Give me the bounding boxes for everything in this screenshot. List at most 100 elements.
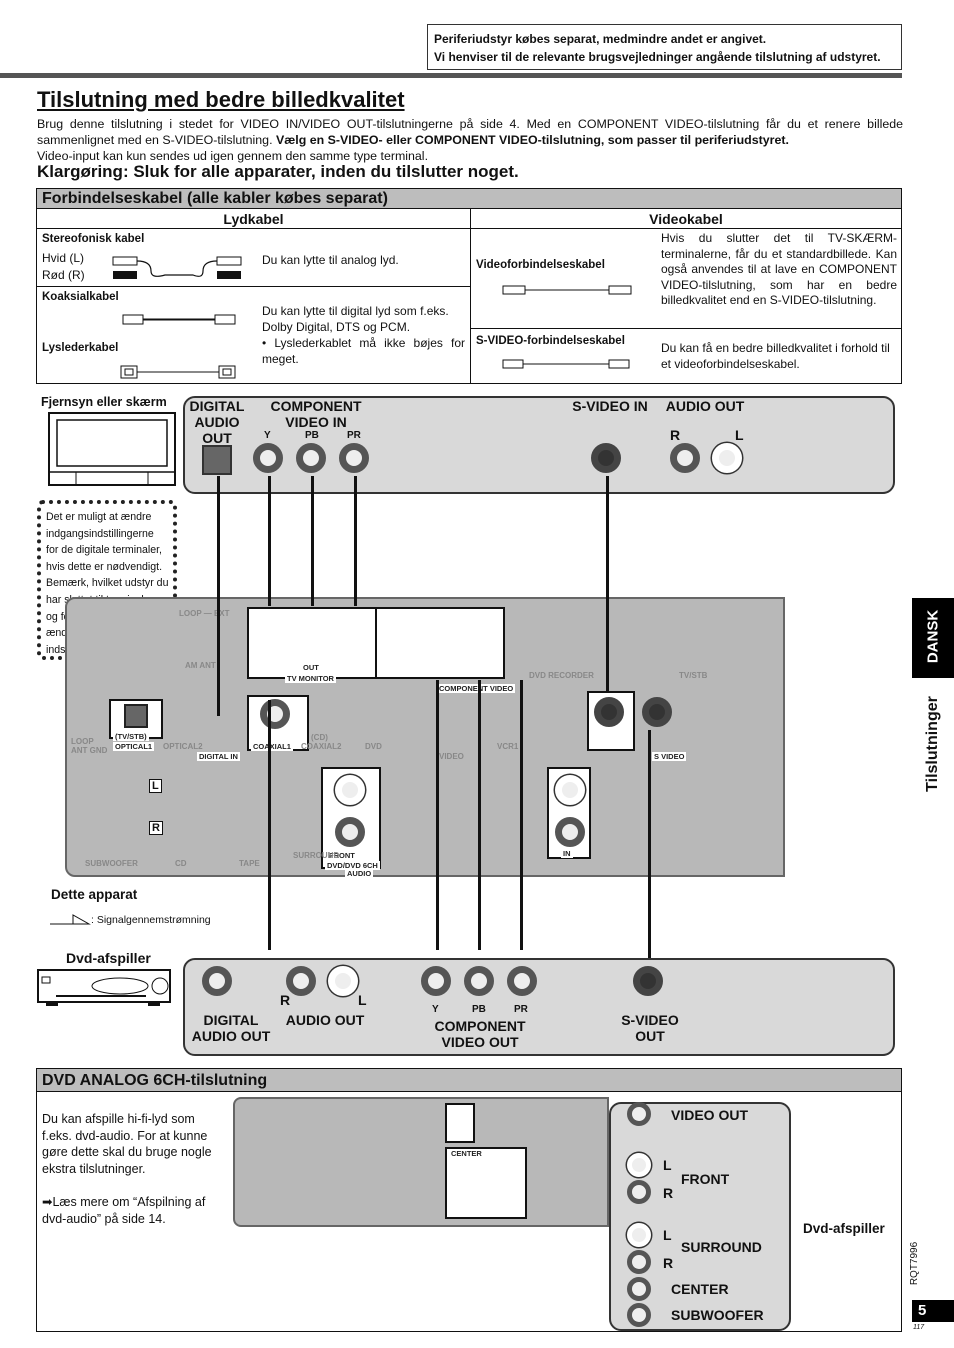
language-tab: DANSK: [912, 598, 954, 678]
component-pr-wire-tv: [354, 476, 357, 606]
video-cable-desc: Hvis du slutter det til TV-SKÆRM-termina…: [661, 231, 897, 307]
front-r-jack[interactable]: [335, 817, 365, 847]
prep-heading: Klargøring: Sluk for alle apparater, ind…: [37, 162, 519, 181]
player-center-jack[interactable]: [627, 1277, 651, 1301]
dvd-pb-label: PB: [472, 1004, 486, 1015]
cable-table: Forbindelseskabel (alle kabler købes sep…: [36, 188, 902, 384]
dvd-pr-label: PR: [514, 1004, 528, 1015]
section-tab: Tilslutninger: [912, 690, 954, 800]
dvd-component-in-block: [375, 607, 505, 679]
center-label-small: CENTER: [449, 1149, 484, 1158]
digital-desc: Du kan lytte til digital lyd som f.eks. …: [262, 304, 449, 334]
coax-cable-label: Koaksialkabel: [42, 291, 119, 303]
tv-optical-jack[interactable]: [202, 445, 232, 475]
intro-text-2: Video-input kan kun sendes ud igen genne…: [37, 149, 429, 163]
dvd-component-pr-jack[interactable]: [507, 966, 537, 996]
tv-digital-audio-out-label: DIGITAL AUDIO OUT: [189, 398, 245, 446]
tv-audio-l-jack[interactable]: [712, 443, 742, 473]
tv-component-pr-jack[interactable]: [339, 443, 369, 473]
tv-icon: [48, 412, 176, 486]
video-cable-column: Videokabel Videoforbindelseskabel Hvis d…: [471, 209, 901, 383]
page-title: Tilslutning med bedre billedkvalitet: [37, 87, 405, 112]
coaxial1-jack[interactable]: [260, 699, 290, 729]
coaxial1-label: COAXIAL1: [251, 742, 293, 751]
front-l-label: L: [663, 1157, 672, 1173]
dvd-svideo-out-jack[interactable]: [633, 966, 663, 996]
digital-bullet-text: Lyslederkablet må ikke bøjes for meget.: [262, 336, 465, 366]
subwoofer-out-label: SUBWOOFER: [85, 859, 138, 868]
dvd-r-label: R: [280, 992, 291, 1008]
dvd-component-y-jack[interactable]: [421, 966, 451, 996]
tape-label: TAPE: [239, 859, 260, 868]
surround-r-label: R: [663, 1255, 674, 1271]
cd-r-marker: R: [149, 821, 163, 835]
dvd-recorder-comp-label: DVD RECORDER: [529, 671, 594, 680]
video-out-label: VIDEO OUT: [671, 1107, 749, 1123]
player-surround-r-jack[interactable]: [627, 1250, 651, 1274]
dvd-6ch-receiver-panel: CENTER: [233, 1097, 609, 1227]
dvd-component-pb-jack[interactable]: [464, 966, 494, 996]
optical1-jack[interactable]: [124, 704, 148, 728]
dvd-audio-l-jack[interactable]: [328, 966, 358, 996]
dvd-component-video-out-label: COMPONENT VIDEO OUT: [434, 1018, 526, 1050]
tv-label: Fjernsyn eller skærm: [41, 395, 167, 409]
audio-cable-title: Lydkabel: [37, 209, 470, 229]
player-surround-l-jack[interactable]: [627, 1223, 651, 1247]
video-cable-label: Videoforbindelseskabel: [476, 259, 605, 271]
video-cable-title: Videokabel: [471, 209, 901, 229]
optical2-label: OPTICAL2: [163, 742, 203, 751]
player-front-r-jack[interactable]: [627, 1180, 651, 1204]
tv-component-y-jack[interactable]: [253, 443, 283, 473]
tv-svideo-jack[interactable]: [591, 443, 621, 473]
svideo-dvd-in-jack[interactable]: [642, 697, 672, 727]
component-y-wire-tv: [268, 476, 271, 606]
front-l-jack[interactable]: [335, 775, 365, 805]
stereo-cable-icon: [112, 256, 242, 279]
dvd-audio-r-jack[interactable]: [286, 966, 316, 996]
tv-component-pb-jack[interactable]: [296, 443, 326, 473]
dvd-audio-out-label: AUDIO OUT: [285, 1012, 365, 1028]
tv-y-label: Y: [264, 430, 271, 441]
sub-page-number: 117: [913, 1324, 925, 1331]
svideo-tv-monitor-out-jack[interactable]: [594, 697, 624, 727]
player-video-out-jack[interactable]: [627, 1102, 651, 1126]
player-subwoofer-jack[interactable]: [627, 1303, 651, 1327]
tvstb-audio-r-jack[interactable]: [555, 817, 585, 847]
svideo-cable-icon: [502, 359, 630, 369]
this-unit-label: Dette apparat: [51, 887, 138, 902]
tv-audio-r-jack[interactable]: [670, 443, 700, 473]
intro-bold: Vælg en S-VIDEO- eller COMPONENT VIDEO-t…: [275, 133, 789, 147]
notice-line-1: Periferiudstyr købes separat, medmindre …: [434, 32, 767, 46]
player-front-l-jack[interactable]: [627, 1153, 651, 1177]
recv-out-label: OUT: [301, 663, 321, 672]
dvd-player-icon: [37, 969, 171, 1006]
loop-ext-label: LOOP — EXT: [179, 609, 230, 618]
signal-flow-label: : Signalgennemstrømning: [91, 914, 211, 926]
coax-wire-dvd: [268, 700, 271, 950]
coaxial2-label: COAXIAL2: [301, 742, 342, 751]
dvd-coax-out-jack[interactable]: [202, 966, 232, 996]
tv-component-video-in-label: COMPONENT VIDEO IN: [270, 398, 362, 430]
component-video-label: COMPONENT VIDEO: [437, 684, 516, 693]
tvstb-comp-label: TV/STB: [679, 671, 708, 680]
component-pb-wire-dvd: [478, 680, 481, 950]
surround-l-label: L: [663, 1227, 672, 1243]
tvstb-audio-l-jack[interactable]: [555, 775, 585, 805]
red-label: Rød (R): [42, 268, 85, 282]
video-section-label: VIDEO: [439, 752, 464, 761]
vcr1-label: VCR1: [497, 742, 519, 751]
cd-l-marker: L: [149, 779, 162, 793]
svideo-label: S VIDEO: [652, 752, 687, 761]
dvd-6ch-section: DVD ANALOG 6CH-tilslutning Du kan afspil…: [36, 1068, 902, 1332]
dvd-digital-audio-out-label: DIGITAL AUDIO OUT: [191, 1012, 271, 1044]
stereo-cable-label: Stereofonisk kabel: [42, 233, 145, 245]
dvd-svideo-out-label: S-VIDEO OUT: [621, 1012, 679, 1044]
svideo-cable-label: S-VIDEO-forbindelseskabel: [476, 335, 625, 347]
tvstb-paren-label: (TV/STB): [113, 732, 149, 741]
notice-box: Periferiudstyr købes separat, medmindre …: [427, 24, 902, 70]
component-pb-wire-tv: [311, 476, 314, 606]
cable-table-heading: Forbindelseskabel (alle kabler købes sep…: [37, 189, 901, 209]
header-rule: [0, 73, 902, 78]
audio-cable-column: Lydkabel Stereofonisk kabel Hvid (L) Rød…: [37, 209, 471, 383]
surround-label: SURROUND: [681, 1239, 762, 1255]
